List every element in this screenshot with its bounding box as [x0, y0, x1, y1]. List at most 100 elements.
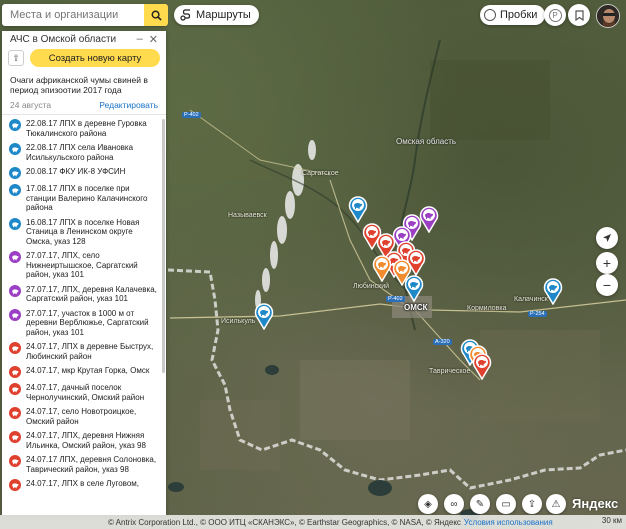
plus-icon: +: [602, 255, 612, 271]
report-button[interactable]: ⚠: [546, 494, 566, 514]
list-item[interactable]: 24.07.17, село Новотроицкое, Омский райо…: [2, 407, 166, 426]
list-item-label: 22.08.17 ЛПХ в деревне Гуровка Тюкалинск…: [26, 119, 147, 138]
map-label-tavricheskoe: Таврическое: [429, 368, 471, 375]
list-item[interactable]: 17.08.17 ЛПХ в поселке при станции Валер…: [2, 184, 166, 213]
edit-link[interactable]: Редактировать: [99, 100, 158, 110]
yandex-logo: Яндекс: [572, 496, 619, 511]
pig-icon: [9, 308, 21, 321]
road-badge: Р-254: [528, 311, 547, 317]
binoculars-icon: ∞: [450, 498, 458, 510]
map-label-nazyvaevsk: Называевск: [228, 212, 267, 219]
share-button[interactable]: ⇪: [522, 494, 542, 514]
map-marker[interactable]: [254, 302, 274, 330]
pig-icon: [9, 366, 21, 378]
traffic-label: Пробки: [500, 9, 538, 21]
ruler-button[interactable]: ✎: [470, 494, 490, 514]
list-item[interactable]: 24.07.17 ЛПХ, деревня Солоновка, Тавриче…: [2, 455, 166, 474]
map-label-isilkul: Исилькуль: [221, 318, 256, 325]
map-label-sargatskoe: Саргатское: [302, 170, 339, 177]
layers-icon: ◈: [424, 498, 432, 510]
road-badge: Р-402: [182, 112, 201, 118]
object-list: 22.08.17 ЛПХ в деревне Гуровка Тюкалинск…: [2, 115, 166, 491]
map-marker[interactable]: [543, 277, 563, 305]
close-icon[interactable]: ✕: [149, 33, 158, 46]
list-item[interactable]: 24.07.17, ЛПХ в селе Луговом,: [2, 479, 166, 491]
zoom-out-button[interactable]: −: [596, 274, 618, 296]
pig-icon: [9, 167, 21, 179]
map-marker[interactable]: [348, 195, 368, 223]
location-arrow-icon: [603, 234, 611, 242]
search-button[interactable]: [144, 4, 168, 26]
pig-icon: [9, 143, 21, 155]
list-item[interactable]: 20.08.17 ФКУ ИК-8 УФСИН: [2, 167, 166, 179]
parking-icon: P: [548, 8, 562, 22]
routes-button[interactable]: Маршруты: [174, 5, 259, 25]
pig-icon: [9, 284, 21, 297]
list-item[interactable]: 22.08.17 ЛПХ села Ивановка Исилькульског…: [2, 143, 166, 162]
panorama-button[interactable]: ∞: [444, 494, 464, 514]
pig-icon: [9, 431, 21, 443]
route-icon: [180, 9, 191, 21]
list-item-label: 16.08.17 ЛПХ в поселке Новая Станица в Л…: [26, 217, 140, 246]
pig-icon: [9, 455, 21, 467]
copyright-bar: © Antrix Corporation Ltd., © ООО ИТЦ «СК…: [0, 515, 626, 529]
zoom-in-button[interactable]: +: [596, 252, 618, 274]
map-marker[interactable]: [472, 352, 492, 380]
list-item[interactable]: 22.08.17 ЛПХ в деревне Гуровка Тюкалинск…: [2, 119, 166, 138]
map-label-kormilovka: Кормиловка: [467, 305, 507, 312]
search-field[interactable]: [2, 4, 166, 26]
list-item-label: 24.07.17 ЛПХ, деревня Солоновка, Тавриче…: [26, 455, 157, 474]
bookmark-icon: [574, 9, 584, 21]
traffic-button[interactable]: Пробки: [480, 5, 546, 25]
copyright-text: © Antrix Corporation Ltd., © ООО ИТЦ «СК…: [108, 517, 461, 527]
list-item-label: 22.08.17 ЛПХ села Ивановка Исилькульског…: [26, 143, 134, 162]
list-item-label: 24.07.17, ЛПХ в селе Луговом,: [26, 479, 140, 488]
list-item[interactable]: 24.07.17, дачный поселок Чернолучинский,…: [2, 383, 166, 402]
upload-icon[interactable]: ⇧: [8, 50, 24, 66]
map-label-lyubinsky: Любинский: [353, 283, 390, 290]
list-item-label: 24.07.17, ЛПХ в деревне Быструх, Любинск…: [26, 342, 154, 361]
avatar[interactable]: [596, 4, 620, 28]
map-marker[interactable]: [372, 254, 392, 282]
list-item[interactable]: 27.07.17, ЛПХ, село Нижнеиртышское, Сарг…: [2, 251, 166, 280]
warning-icon: ⚠: [551, 498, 561, 510]
panel-header: АЧС в Омской области – ✕: [2, 31, 166, 47]
minimize-icon[interactable]: –: [137, 33, 143, 46]
scale-label: 30 км: [601, 516, 622, 525]
layers-button[interactable]: ◈: [418, 494, 438, 514]
locate-button[interactable]: [596, 227, 618, 249]
map-marker[interactable]: [419, 205, 439, 233]
list-item-label: 27.07.17, ЛПХ, село Нижнеиртышское, Сарг…: [26, 251, 138, 279]
ruler-icon: ✎: [475, 498, 485, 510]
minus-icon: −: [602, 277, 612, 293]
print-button[interactable]: ▭: [496, 494, 516, 514]
list-item[interactable]: 24.07.17, ЛПХ, деревня Нижняя Ильинка, О…: [2, 431, 166, 450]
bookmarks-button[interactable]: [568, 4, 590, 26]
create-new-map-button[interactable]: Создать новую карту: [30, 49, 160, 67]
list-item-label: 24.07.17, дачный поселок Чернолучинский,…: [26, 383, 145, 402]
panel-title: АЧС в Омской области: [10, 33, 117, 45]
road-badge: Р-402: [386, 296, 405, 302]
map-description: Очаги африканской чумы свиней в период э…: [10, 75, 148, 95]
list-item[interactable]: 24.07.17, ЛПХ в деревне Быструх, Любинск…: [2, 342, 166, 361]
list-item[interactable]: 27.07.17, участок в 1000 м от деревни Ве…: [2, 308, 166, 338]
print-icon: ▭: [501, 498, 511, 510]
list-item[interactable]: 27.07.17, ЛПХ, деревня Калачевка, Саргат…: [2, 284, 166, 304]
road-badge: А-320: [433, 339, 452, 345]
list-item[interactable]: 24.07.17, мкр Крутая Горка, Омск: [2, 366, 166, 378]
parking-button[interactable]: P: [544, 4, 566, 26]
routes-label: Маршруты: [196, 9, 251, 21]
search-input[interactable]: [10, 9, 166, 21]
share-icon: ⇪: [527, 498, 537, 510]
terms-link[interactable]: Условия использования: [464, 518, 553, 527]
map-label-omsk: ОМСК: [404, 303, 428, 312]
list-item-label: 24.07.17, мкр Крутая Горка, Омск: [26, 366, 150, 375]
list-item[interactable]: 16.08.17 ЛПХ в поселке Новая Станица в Л…: [2, 217, 166, 247]
list-item-label: 20.08.17 ФКУ ИК-8 УФСИН: [26, 167, 126, 176]
scrollbar[interactable]: [162, 119, 165, 373]
list-item-label: 17.08.17 ЛПХ в поселке при станции Валер…: [26, 184, 148, 212]
map-marker[interactable]: [406, 248, 426, 276]
search-icon: [151, 10, 162, 21]
pig-icon: [9, 479, 21, 491]
pig-icon: [9, 342, 21, 354]
